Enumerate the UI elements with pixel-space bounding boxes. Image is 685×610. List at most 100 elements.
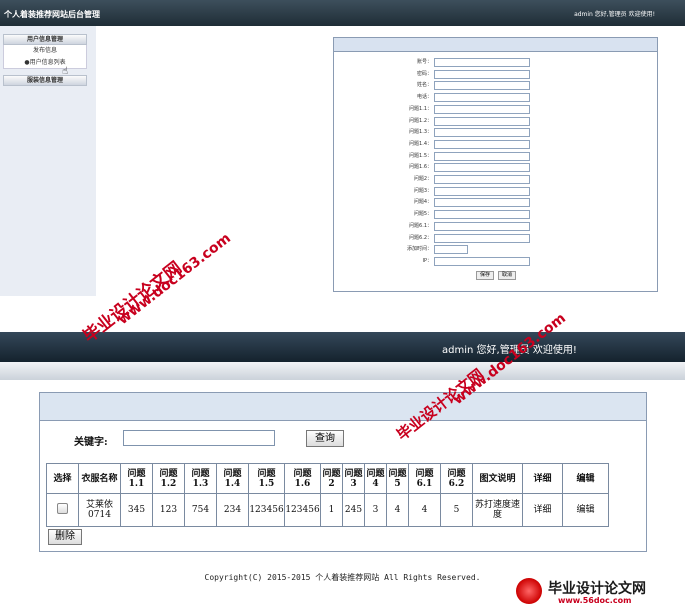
top-header-user: admin 您好,管理员 欢迎使用! [574, 11, 655, 18]
cell-desc: 苏打速度速度 [472, 493, 523, 527]
sidebar-item-label: 用户信息列表 [29, 59, 66, 66]
column-header: 衣服名称 [78, 463, 121, 494]
site-logo: 毕业设计论文网 www.56doc.com [506, 574, 684, 608]
top-header-bar: 个人着装推荐网站后台管理 admin 您好,管理员 欢迎使用! [0, 0, 685, 26]
cell-q12: 123 [152, 493, 185, 527]
form-input[interactable] [434, 186, 530, 196]
cell-q2: 1 [320, 493, 343, 527]
form-header-bar [334, 38, 657, 52]
cell-q4: 3 [364, 493, 387, 527]
form-input[interactable] [434, 151, 530, 161]
form-label: 问题6.1： [409, 222, 432, 229]
column-header: 问题3 [342, 463, 365, 494]
sidebar-item-publish[interactable]: 发布信息 [3, 45, 87, 57]
save-button[interactable]: 保存 [476, 271, 494, 280]
form-input[interactable] [434, 233, 530, 243]
search-button[interactable]: 查询 [306, 430, 344, 447]
column-header: 问题4 [364, 463, 387, 494]
logo-url: www.56doc.com [558, 596, 632, 605]
sidebar-head-clothes[interactable]: 服装信息管理 [3, 75, 87, 86]
form-input[interactable] [434, 163, 530, 173]
form-label: 姓名： [416, 82, 432, 89]
column-header: 问题6.2 [440, 463, 473, 494]
table-header-row: 选择 衣服名称 问题1.1 问题1.2 问题1.3 问题1.4 问题1.5 问题1.6 问题2 问… [46, 463, 609, 494]
form-input[interactable] [434, 198, 530, 208]
keyword-label: 关键字: [74, 437, 108, 448]
cell-q13: 754 [184, 493, 217, 527]
form-label: 问题6.2： [409, 234, 432, 241]
cancel-button[interactable]: 取消 [498, 271, 516, 280]
form-input[interactable] [434, 139, 530, 149]
table-body: 艾莱依0714 345 123 754 234 123456 123456 1 245 3 4 4 5 苏… [46, 493, 609, 527]
form-label: 问题1.4： [409, 140, 432, 147]
form-label: 问题1.5： [409, 152, 432, 159]
form-label: IP： [422, 257, 433, 264]
cell-q16: 123456 [284, 493, 321, 527]
column-header: 问题1.1 [120, 463, 153, 494]
row-checkbox[interactable] [57, 503, 68, 514]
form-label: 问题2： [413, 176, 432, 182]
column-header: 问题1.5 [248, 463, 285, 494]
column-header: 问题6.1 [408, 463, 441, 494]
cell-q14: 234 [216, 493, 249, 527]
sidebar: 用户信息管理 发布信息 ●用户信息列表 服装信息管理 ☝ [0, 26, 96, 296]
column-header: 编辑 [562, 463, 609, 494]
column-header: 问题1.6 [284, 463, 321, 494]
form-input[interactable] [434, 256, 530, 266]
list-header-bar [40, 393, 646, 421]
cell-q11: 345 [120, 493, 153, 527]
form-input[interactable] [434, 128, 530, 138]
form-input[interactable] [434, 116, 530, 126]
form-input[interactable] [434, 93, 530, 103]
form-input[interactable] [434, 175, 530, 184]
form-label: 密码： [416, 70, 432, 77]
top-header-title: 个人着装推荐网站后台管理 [4, 10, 100, 19]
column-header: 图文说明 [472, 463, 523, 494]
cursor-hand-icon: ☝ [62, 66, 69, 77]
form-label: 问题4： [413, 199, 432, 206]
watermark-url-1: www.doc163.com [115, 230, 234, 328]
cell-name: 艾莱依0714 [78, 493, 121, 527]
form-label: 问题1.6： [409, 164, 432, 171]
form-label: 问题1.3： [409, 129, 432, 136]
cell-q3: 245 [342, 493, 365, 527]
user-form-panel: 账号： 密码： 姓名： 电话： 问题1.1： 问题1.2： 问题1.3： 问题1.4： 问题1.… [333, 37, 658, 292]
form-input[interactable] [434, 104, 530, 114]
form-label: 问题1.1： [409, 105, 432, 112]
keyword-input[interactable] [123, 430, 275, 446]
cell-q61: 4 [408, 493, 441, 527]
sidebar-head-users[interactable]: 用户信息管理 [3, 34, 87, 45]
cell-q5: 4 [386, 493, 409, 527]
cell-q15: 123456 [248, 493, 285, 527]
column-header: 问题2 [320, 463, 343, 494]
form-label: 添加时间： [406, 246, 432, 253]
form-label: 问题1.2： [409, 117, 432, 124]
table-row: 艾莱依0714 345 123 754 234 123456 123456 1 245 3 4 4 5 苏… [46, 493, 609, 527]
logo-text: 毕业设计论文网 [548, 581, 646, 597]
column-header: 问题1.2 [152, 463, 185, 494]
form-input[interactable] [434, 210, 530, 220]
column-header: 选择 [46, 463, 79, 494]
cell-q62: 5 [440, 493, 473, 527]
clothes-table: 选择 衣服名称 问题1.1 问题1.2 问题1.3 问题1.4 问题1.5 问题1.6 问题2 问… [46, 463, 609, 527]
form-input[interactable] [434, 69, 530, 79]
bottom-subheader-bar [0, 362, 685, 380]
row-select-cell [46, 493, 79, 527]
form-label: 问题3： [413, 187, 432, 194]
column-header: 详细 [522, 463, 563, 494]
form-input[interactable] [434, 58, 530, 67]
cell-detail[interactable]: 详细 [522, 493, 563, 527]
delete-button[interactable]: 删除 [48, 529, 82, 545]
clothes-list-panel: 关键字: 查询 选择 衣服名称 问题1.1 问题1.2 问题1.3 问题1.4 问题1.5 问… [39, 392, 647, 552]
form-label: 电话： [416, 94, 432, 101]
logo-mark-icon [516, 578, 542, 604]
form-input[interactable] [434, 81, 530, 91]
sidebar-item-user-list[interactable]: ●用户信息列表 [3, 57, 87, 69]
column-header: 问题5 [386, 463, 409, 494]
form-label: 问题5： [413, 211, 432, 218]
form-label: 账号： [416, 59, 432, 65]
form-input[interactable] [434, 221, 530, 231]
form-input[interactable] [434, 245, 468, 255]
cell-edit[interactable]: 编辑 [562, 493, 609, 527]
column-header: 问题1.4 [216, 463, 249, 494]
